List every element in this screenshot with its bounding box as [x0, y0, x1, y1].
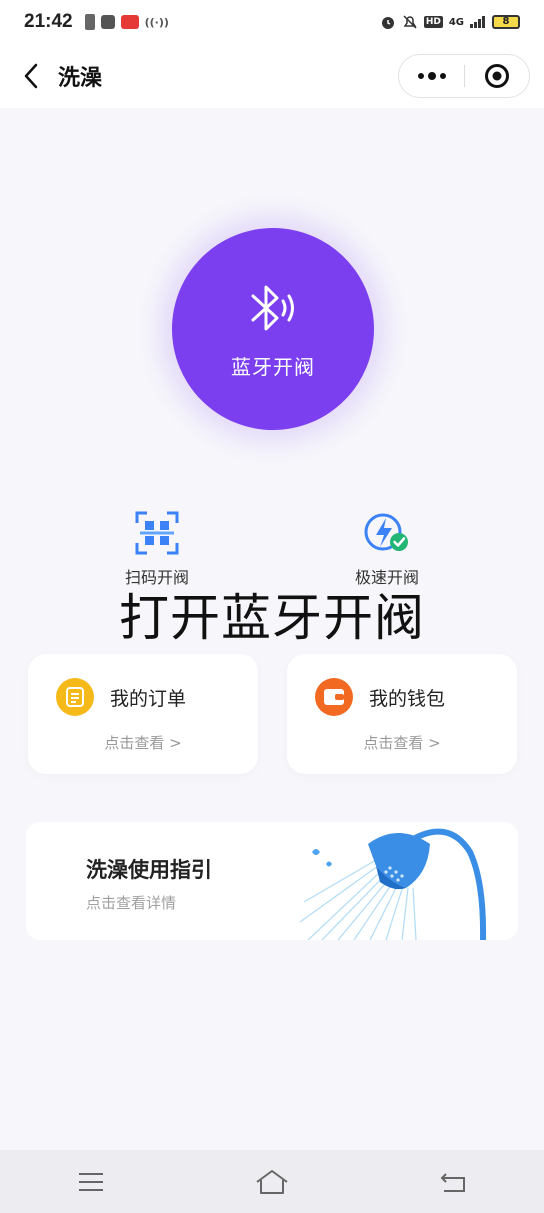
- hotspot-icon: ((·)): [144, 15, 169, 29]
- my-orders-title: 我的订单: [110, 687, 187, 710]
- shower-guide-subtitle: 点击查看详情: [86, 894, 177, 912]
- shower-guide-card[interactable]: 洗澡使用指引 点击查看详情: [26, 822, 518, 940]
- target-icon: [484, 64, 509, 88]
- more-button[interactable]: [399, 55, 464, 97]
- card-header: 我的订单: [56, 678, 186, 716]
- battery-icon: 8: [492, 15, 520, 29]
- lightning-check-icon: [364, 513, 408, 551]
- close-mini-program-button[interactable]: [465, 55, 529, 97]
- page-title: 洗澡: [58, 66, 103, 91]
- shower-guide-title: 洗澡使用指引: [86, 858, 212, 882]
- bluetooth-icon: [251, 285, 294, 330]
- my-orders-view-link[interactable]: 点击查看 >: [28, 732, 258, 753]
- home-icon: [256, 1169, 288, 1194]
- bluetooth-open-valve-button[interactable]: 蓝牙开阀: [172, 228, 374, 430]
- status-time: 21:42: [24, 11, 73, 32]
- my-wallet-title: 我的钱包: [369, 687, 446, 710]
- back-system-button[interactable]: [423, 1160, 483, 1204]
- system-nav-bar: [0, 1150, 544, 1213]
- shower-head-icon: [299, 828, 487, 940]
- card-header: 我的钱包: [315, 678, 445, 716]
- scan-open-valve-option[interactable]: 扫码开阀: [97, 510, 217, 588]
- overlay-caption: 打开蓝牙开阀: [119, 589, 425, 647]
- my-orders-card[interactable]: 我的订单 点击查看 >: [28, 654, 258, 774]
- alarm-icon: [381, 17, 394, 29]
- app-notification-icon: [100, 15, 115, 29]
- status-bar: 21:42 ((·)) HD 4G 8: [0, 0, 544, 44]
- qr-scan-icon: [135, 511, 179, 555]
- status-right: HD 4G 8: [380, 14, 520, 30]
- bluetooth-button-label: 蓝牙开阀: [231, 354, 315, 379]
- mini-program-capsule: [398, 54, 530, 98]
- order-icon: [56, 678, 94, 716]
- mute-icon: [403, 15, 417, 29]
- return-icon: [440, 1172, 466, 1192]
- wallet-icon: [315, 678, 353, 716]
- menu-button[interactable]: [61, 1160, 121, 1204]
- more-dot: [417, 73, 424, 79]
- back-button[interactable]: [16, 56, 46, 96]
- more-dot: [427, 72, 436, 80]
- my-wallet-card[interactable]: 我的钱包 点击查看 >: [287, 654, 517, 774]
- app-badge-icon: [120, 15, 139, 29]
- home-button[interactable]: [242, 1160, 302, 1204]
- more-dot: [439, 73, 446, 79]
- nav-bar: 洗澡: [0, 44, 544, 108]
- fast-open-valve-option[interactable]: 极速开阀: [327, 510, 447, 588]
- my-wallet-view-link[interactable]: 点击查看 >: [287, 732, 517, 753]
- sim-icon: [84, 14, 95, 30]
- menu-icon: [78, 1172, 103, 1191]
- signal-icon: 4G: [448, 16, 464, 28]
- hd-icon: HD: [423, 16, 443, 28]
- signal-bars-icon: [470, 16, 485, 28]
- chevron-left-icon: [24, 63, 38, 89]
- status-notifications: ((·)): [84, 14, 169, 30]
